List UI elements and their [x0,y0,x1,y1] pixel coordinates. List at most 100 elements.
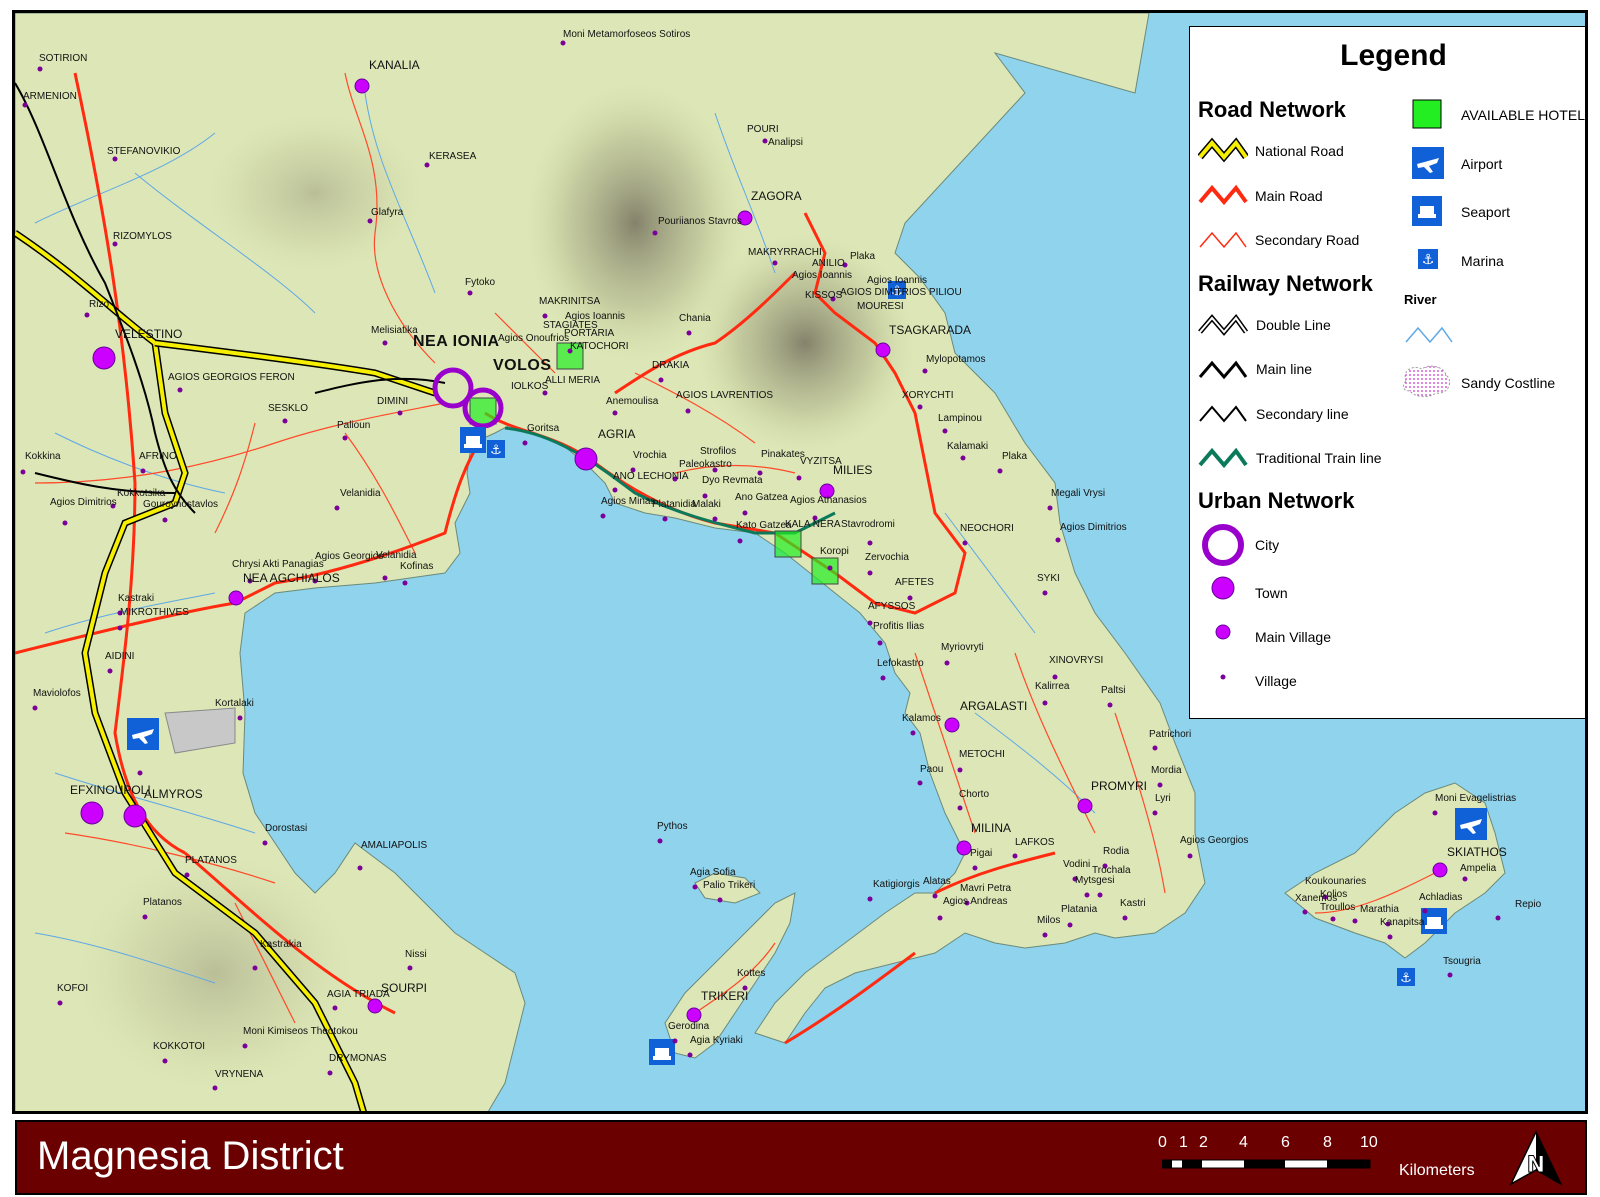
village-label[interactable]: IOLKOS [511,381,548,392]
village-label[interactable]: MIKROTHIVES [120,607,189,618]
village-label[interactable]: Plaka [850,251,875,262]
village-label[interactable]: MAKRINITSA [539,296,600,307]
village-label[interactable]: Mordia [1151,765,1182,776]
village-label[interactable]: Kalamaki [947,441,988,452]
village-label[interactable]: KOKKOTOI [153,1041,205,1052]
village-label[interactable]: Kato Gatzea [736,520,792,531]
village-label[interactable]: Gerodina [668,1021,709,1032]
town-label[interactable]: KANALIA [369,59,420,71]
village-label[interactable]: Kanapitsa [1380,917,1424,928]
village-label[interactable]: DRYMONAS [329,1053,387,1064]
village-label[interactable]: AGIOS LAVRENTIOS [676,390,773,401]
village-label[interactable]: Chrysi Akti Panagias [232,559,324,570]
village-label[interactable]: Agios Ioannis [792,270,852,281]
village-label[interactable]: Paleokastro [679,459,732,470]
village-label[interactable]: Milos [1037,915,1060,926]
village-label[interactable]: Chania [679,313,711,324]
village-label[interactable]: Tsougria [1443,956,1481,967]
village-label[interactable]: AIDINI [105,651,134,662]
village-label[interactable]: Glafyra [371,207,403,218]
village-label[interactable]: PLATANOS [185,855,237,866]
town-label[interactable]: NEA AGCHIALOS [243,572,340,584]
village-label[interactable]: Agia Sofia [690,867,736,878]
village-label[interactable]: Koukounaries [1305,876,1366,887]
village-label[interactable]: METOCHI [959,749,1005,760]
village-label[interactable]: Repio [1515,899,1541,910]
village-label[interactable]: SOTIRION [39,53,87,64]
village-label[interactable]: Analipsi [768,137,803,148]
town-label[interactable]: TSAGKARADA [889,324,971,336]
city-label[interactable]: NEA IONIA [413,334,500,350]
town-label[interactable]: ALMYROS [144,788,203,800]
village-label[interactable]: Vrochia [633,450,667,461]
village-label[interactable]: Agios Andreas [943,896,1008,907]
village-label[interactable]: Kokkotsika [117,488,165,499]
village-label[interactable]: Kokkina [25,451,61,462]
village-label[interactable]: XINOVRYSI [1049,655,1103,666]
village-label[interactable]: Pigai [970,848,992,859]
town-label[interactable]: ARGALASTI [960,700,1027,712]
village-label[interactable]: Kottes [737,968,765,979]
village-label[interactable]: Platania [1061,904,1097,915]
village-label[interactable]: POURI [747,124,779,135]
village-label[interactable]: ANO LECHONIA [613,471,689,482]
village-label[interactable]: Achladias [1419,892,1462,903]
village-label[interactable]: Ano Gatzea [735,492,788,503]
village-label[interactable]: Velanidia [340,488,381,499]
village-label[interactable]: AMALIAPOLIS [361,840,427,851]
village-label[interactable]: AFETES [895,577,934,588]
village-label[interactable]: Agios Georgios [1180,835,1248,846]
village-label[interactable]: Agios Athanasios [790,495,867,506]
village-label[interactable]: DRAKIA [652,360,689,371]
village-label[interactable]: AGIOS DIMITRIOS PILIOU [840,287,962,298]
village-label[interactable]: Paltsi [1101,685,1125,696]
village-label[interactable]: AFYSSOS [868,601,915,612]
village-label[interactable]: VRYNENA [215,1069,263,1080]
village-label[interactable]: Agios Ioannis [867,275,927,286]
village-label[interactable]: Paou [920,764,943,775]
village-label[interactable]: SESKLO [268,403,308,414]
village-label[interactable]: NEOCHORI [960,523,1014,534]
village-label[interactable]: Fytoko [465,277,495,288]
village-label[interactable]: Agios Minas [601,496,655,507]
village-label[interactable]: Alatas [923,876,951,887]
village-label[interactable]: Stavrodromi [841,519,895,530]
village-label[interactable]: Katigiorgis [873,879,920,890]
village-label[interactable]: Agios Dimitrios [50,497,117,508]
village-label[interactable]: Mytsgesi [1075,875,1114,886]
village-label[interactable]: Strofilos [700,446,736,457]
village-label[interactable]: Anemoulisa [606,396,658,407]
village-label[interactable]: Ampelia [1460,863,1496,874]
village-label[interactable]: Kastrakia [260,939,302,950]
village-label[interactable]: ARMENION [23,91,77,102]
village-label[interactable]: Pinakates [761,449,805,460]
village-label[interactable]: RIZOMYLOS [113,231,172,242]
village-label[interactable]: MAKRYRRACHI [748,247,822,258]
village-label[interactable]: Mylopotamos [926,354,985,365]
village-label[interactable]: Moni Metamorfoseos Sotiros [563,29,690,40]
village-label[interactable]: Goritsa [527,423,559,434]
village-label[interactable]: SYKI [1037,573,1060,584]
village-label[interactable]: Palio Trikeri [703,880,755,891]
village-label[interactable]: Lyri [1155,793,1171,804]
village-label[interactable]: AGIA TRIADA [327,989,390,1000]
village-label[interactable]: VYZITSA [800,456,842,467]
village-label[interactable]: Rizo [89,299,109,310]
village-label[interactable]: Chorto [959,789,989,800]
village-label[interactable]: Kolios [1320,889,1347,900]
city-label[interactable]: VOLOS [493,358,552,374]
village-label[interactable]: Dyo Revmata [702,475,763,486]
village-label[interactable]: KERASEA [429,151,476,162]
town-label[interactable]: MILINA [971,822,1011,834]
village-label[interactable]: KOFOI [57,983,88,994]
village-label[interactable]: ALLI MERIA [545,375,600,386]
map-frame[interactable]: ⚓ ⚓ ⚓ NEA IONIA VOLOS KANALIA ZAGORA TSA… [12,10,1588,1114]
village-label[interactable]: STEFANOVIKIO [107,146,180,157]
village-label[interactable]: Myriovryti [941,642,984,653]
village-label[interactable]: Velanidia [376,550,417,561]
village-label[interactable]: Platanos [143,897,182,908]
village-label[interactable]: Kastraki [118,593,154,604]
village-label[interactable]: Malaki [692,499,721,510]
town-label[interactable]: AGRIA [598,428,635,440]
village-label[interactable]: LAFKOS [1015,837,1054,848]
